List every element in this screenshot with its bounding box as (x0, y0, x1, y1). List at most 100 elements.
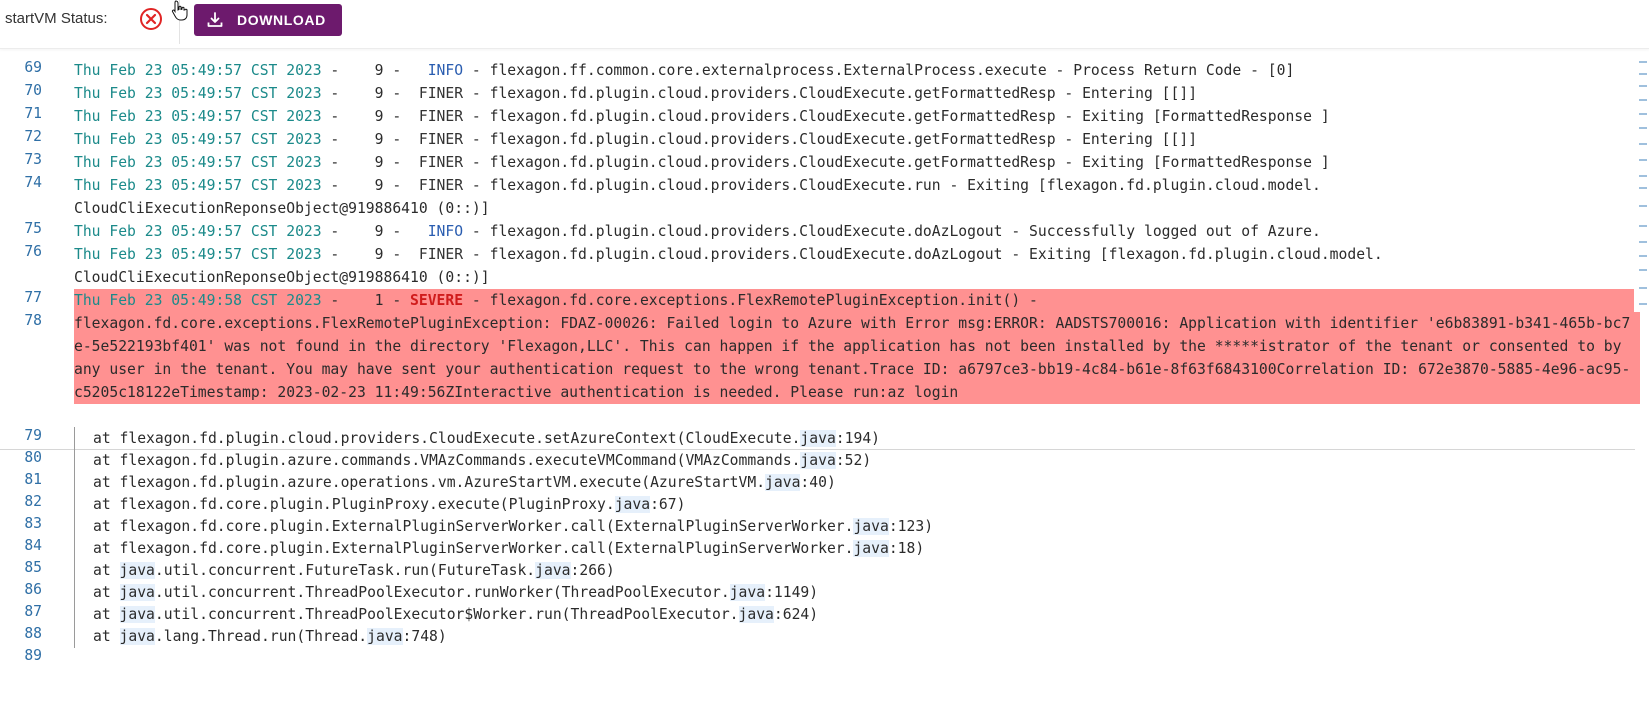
error-circle-x-icon[interactable] (139, 7, 163, 31)
java-token: java (614, 496, 651, 513)
log-message: - flexagon.fd.plugin.cloud.providers.Clo… (463, 177, 1321, 194)
minimap-mark (1639, 205, 1647, 207)
stack-text: at flexagon.fd.core.plugin.PluginProxy.e… (74, 493, 1635, 516)
stack-text: at java.util.concurrent.FutureTask.run(F… (74, 559, 1635, 582)
log-text: Thu Feb 23 05:49:57 CST 2023 - 9 - FINER… (74, 128, 1634, 151)
log-text: Thu Feb 23 05:49:57 CST 2023 - 9 - INFO … (74, 59, 1634, 82)
log-thread: - 9 - (321, 223, 411, 240)
java-token: java (535, 562, 571, 579)
stack-text: at flexagon.fd.plugin.azure.commands.VMA… (74, 449, 1635, 472)
minimap-mark (1639, 61, 1647, 63)
minimap-mark (1639, 225, 1647, 227)
stack-prefix: at flexagon.fd.core.plugin.PluginProxy.e… (93, 496, 615, 513)
log-message: - flexagon.fd.plugin.cloud.providers.Clo… (463, 246, 1383, 263)
java-token: java (119, 628, 155, 645)
log-text: Thu Feb 23 05:49:58 CST 2023 - 1 - SEVER… (74, 289, 1634, 312)
line-number: 88 (24, 625, 42, 642)
stack-trace-line: 80 at flexagon.fd.plugin.azure.commands.V… (0, 449, 1635, 472)
minimap-mark (1639, 85, 1647, 87)
log-timestamp: Thu Feb 23 05:49:57 CST 2023 (74, 154, 322, 171)
stack-middle: .util.concurrent.FutureTask.run(FutureTa… (154, 562, 536, 579)
line-number: 70 (24, 82, 42, 99)
minimap-mark (1639, 127, 1647, 129)
log-timestamp: Thu Feb 23 05:49:57 CST 2023 (74, 85, 322, 102)
stack-text: at java.util.concurrent.ThreadPoolExecut… (74, 603, 1635, 626)
download-icon (207, 12, 223, 28)
minimap-mark (1639, 255, 1647, 257)
minimap-scrollbar[interactable] (1635, 55, 1649, 305)
stack-text: at flexagon.fd.plugin.cloud.providers.Cl… (74, 427, 1635, 450)
stack-prefix: at flexagon.fd.plugin.azure.operations.v… (93, 474, 766, 491)
line-number: 77 (24, 289, 42, 306)
minimap-mark (1639, 99, 1647, 101)
stack-prefix: at (93, 562, 120, 579)
line-number: 73 (24, 151, 42, 168)
toolbar: startVM Status: DOWNLOAD (0, 0, 1649, 49)
line-number: 81 (24, 471, 42, 488)
java-token: java (729, 584, 766, 601)
log-timestamp: Thu Feb 23 05:49:57 CST 2023 (74, 177, 322, 194)
line-number: 89 (24, 647, 42, 664)
log-text: Thu Feb 23 05:49:57 CST 2023 - 9 - INFO … (74, 220, 1634, 243)
line-number: 80 (24, 449, 42, 466)
log-timestamp: Thu Feb 23 05:49:57 CST 2023 (74, 246, 322, 263)
stack-suffix: :1149) (765, 584, 819, 601)
stack-suffix: :748) (402, 628, 447, 645)
java-token: java (853, 518, 889, 535)
java-token: java (119, 584, 155, 601)
java-token: java (738, 606, 774, 623)
minimap-mark (1639, 175, 1647, 177)
line-number: 71 (24, 105, 42, 122)
stack-text: at flexagon.fd.plugin.azure.operations.v… (74, 471, 1635, 494)
log-message: - flexagon.fd.plugin.cloud.providers.Clo… (463, 131, 1198, 148)
stack-prefix: at flexagon.fd.core.plugin.ExternalPlugi… (93, 540, 854, 557)
log-text: Thu Feb 23 05:49:57 CST 2023 - 9 - FINER… (74, 151, 1634, 174)
hand-cursor-icon (170, 0, 192, 22)
line-number: 86 (24, 581, 42, 598)
status-label: startVM Status: (5, 10, 108, 27)
line-number: 78 (24, 312, 42, 329)
log-timestamp: Thu Feb 23 05:49:57 CST 2023 (74, 62, 322, 79)
line-number: 83 (24, 515, 42, 532)
log-message: - flexagon.ff.common.core.externalproces… (463, 62, 1295, 79)
java-token: java (800, 430, 836, 447)
log-thread: - 9 - (321, 62, 411, 79)
stack-prefix: at flexagon.fd.core.plugin.ExternalPlugi… (93, 518, 854, 535)
stack-text: at flexagon.fd.core.plugin.ExternalPlugi… (74, 515, 1635, 538)
log-thread: - 1 - (321, 292, 411, 309)
java-token: java (765, 474, 801, 491)
stack-prefix: at flexagon.fd.plugin.cloud.providers.Cl… (93, 430, 801, 447)
minimap-mark (1639, 287, 1647, 289)
stack-suffix: :40) (800, 474, 836, 491)
log-level: FINER (410, 108, 464, 125)
stack-prefix: at flexagon.fd.plugin.azure.commands.VMA… (93, 452, 801, 469)
log-message: - flexagon.fd.core.exceptions.FlexRemote… (463, 292, 1038, 309)
severe-message: flexagon.fd.core.exceptions.FlexRemotePl… (74, 312, 1640, 404)
log-thread: - 9 - (321, 85, 411, 102)
stack-text: at java.util.concurrent.ThreadPoolExecut… (74, 581, 1635, 604)
log-viewer[interactable]: 69 Thu Feb 23 05:49:57 CST 2023 - 9 - INF… (0, 59, 1640, 699)
stack-suffix: :123) (888, 518, 934, 535)
line-number: 74 (24, 174, 42, 191)
log-level: INFO (410, 62, 464, 79)
minimap-mark (1639, 241, 1647, 243)
stack-middle: .util.concurrent.ThreadPoolExecutor.runW… (154, 584, 730, 601)
minimap-mark (1639, 73, 1647, 75)
java-token: java (119, 606, 155, 623)
stack-text: at java.lang.Thread.run(Thread.java:748) (74, 625, 1635, 648)
log-message-continued: CloudCliExecutionReponseObject@919886410… (74, 269, 490, 286)
log-text: Thu Feb 23 05:49:57 CST 2023 - 9 - FINER… (74, 105, 1634, 128)
line-number: 85 (24, 559, 42, 576)
stack-suffix: :194) (835, 430, 881, 447)
log-thread: - 9 - (321, 246, 411, 263)
java-token: java (367, 628, 403, 645)
line-number: 82 (24, 493, 42, 510)
line-number: 76 (24, 243, 42, 260)
log-level: FINER (410, 246, 464, 263)
stack-prefix: at (93, 628, 120, 645)
stack-prefix: at (93, 606, 120, 623)
download-button[interactable]: DOWNLOAD (194, 4, 342, 36)
stack-suffix: :67) (650, 496, 686, 513)
minimap-mark (1639, 303, 1647, 305)
line-number: 69 (24, 59, 42, 76)
